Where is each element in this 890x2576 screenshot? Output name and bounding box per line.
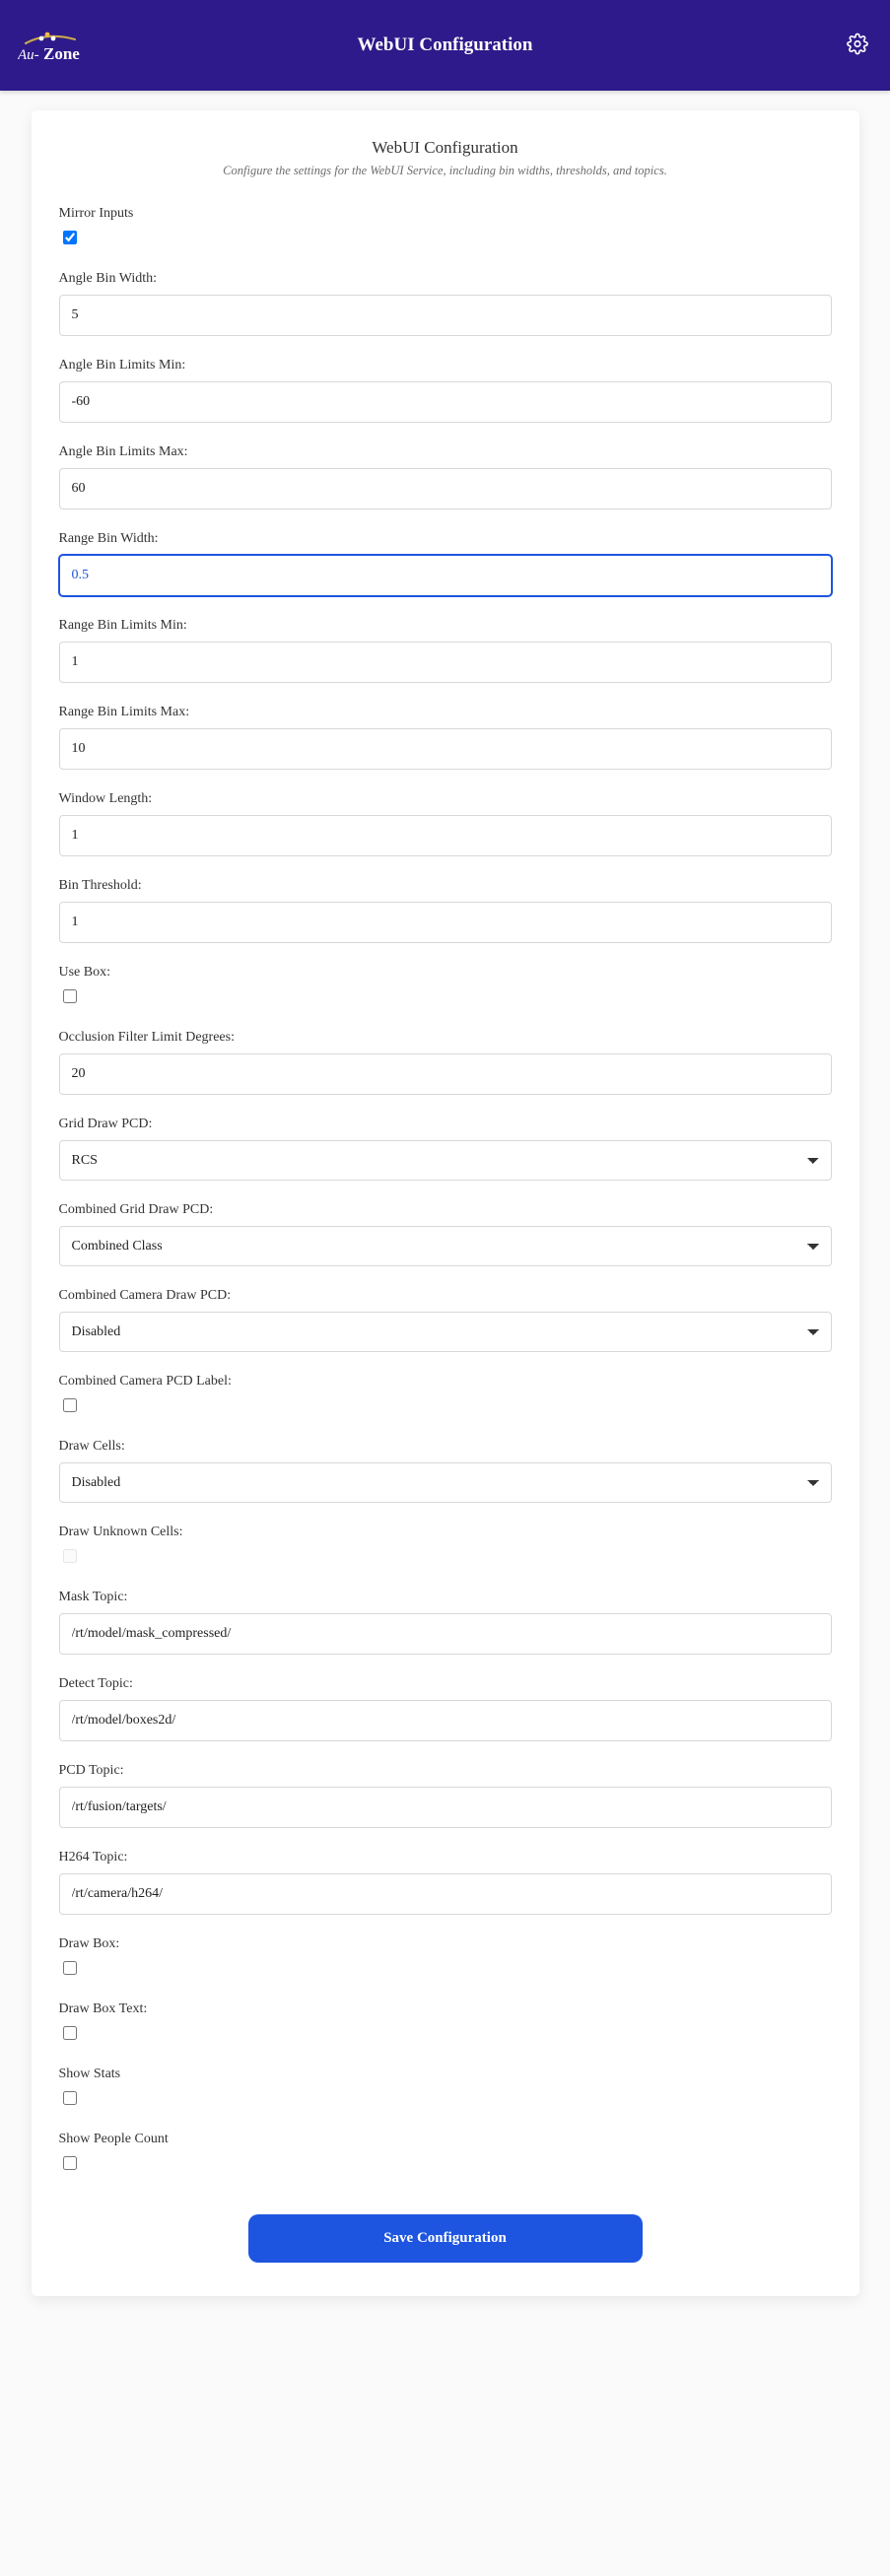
field-h264-topic: H264 Topic: (59, 1850, 832, 1915)
label-draw-unknown-cells: Draw Unknown Cells: (59, 1525, 832, 1540)
checkbox-draw-box[interactable] (63, 1961, 77, 1975)
select-draw-cells[interactable]: Disabled (59, 1462, 832, 1503)
save-button[interactable]: Save Configuration (248, 2214, 643, 2263)
label-angle-bin-max: Angle Bin Limits Max: (59, 444, 832, 460)
checkbox-show-stats[interactable] (63, 2091, 77, 2105)
label-angle-bin-width: Angle Bin Width: (59, 271, 832, 287)
input-bin-threshold[interactable] (59, 902, 832, 943)
field-range-bin-max: Range Bin Limits Max: (59, 705, 832, 770)
label-pcd-topic: PCD Topic: (59, 1763, 832, 1779)
label-draw-box-text: Draw Box Text: (59, 2001, 832, 2017)
field-detect-topic: Detect Topic: (59, 1676, 832, 1741)
input-occlusion-limit[interactable] (59, 1053, 832, 1095)
input-pcd-topic[interactable] (59, 1787, 832, 1828)
input-range-bin-max[interactable] (59, 728, 832, 770)
input-detect-topic[interactable] (59, 1700, 832, 1741)
field-range-bin-width: Range Bin Width: (59, 531, 832, 596)
input-range-bin-width[interactable] (59, 555, 832, 596)
label-mirror-inputs: Mirror Inputs (59, 206, 832, 222)
page-body: WebUI Configuration Configure the settin… (20, 110, 871, 2296)
svg-text:Zone: Zone (43, 44, 80, 63)
label-combined-camera-draw-pcd: Combined Camera Draw PCD: (59, 1288, 832, 1304)
label-show-people-count: Show People Count (59, 2132, 832, 2147)
input-window-length[interactable] (59, 815, 832, 856)
card-title: WebUI Configuration (59, 138, 832, 158)
checkbox-show-people-count[interactable] (63, 2156, 77, 2170)
input-angle-bin-width[interactable] (59, 295, 832, 336)
checkbox-draw-unknown-cells (63, 1549, 77, 1563)
input-mask-topic[interactable] (59, 1613, 832, 1655)
field-use-box: Use Box: (59, 965, 832, 1008)
field-occlusion-limit: Occlusion Filter Limit Degrees: (59, 1030, 832, 1095)
card-subtitle: Configure the settings for the WebUI Ser… (59, 164, 832, 178)
input-range-bin-min[interactable] (59, 642, 832, 683)
field-draw-unknown-cells: Draw Unknown Cells: (59, 1525, 832, 1568)
checkbox-mirror-inputs[interactable] (63, 231, 77, 244)
field-show-people-count: Show People Count (59, 2132, 832, 2175)
field-combined-camera-pcd-label: Combined Camera PCD Label: (59, 1374, 832, 1417)
select-grid-draw-pcd[interactable]: RCS (59, 1140, 832, 1181)
field-combined-camera-draw-pcd: Combined Camera Draw PCD: Disabled (59, 1288, 832, 1352)
field-show-stats: Show Stats (59, 2067, 832, 2110)
config-card: WebUI Configuration Configure the settin… (32, 110, 859, 2296)
field-angle-bin-width: Angle Bin Width: (59, 271, 832, 336)
label-h264-topic: H264 Topic: (59, 1850, 832, 1865)
label-draw-cells: Draw Cells: (59, 1439, 832, 1455)
input-angle-bin-min[interactable] (59, 381, 832, 423)
label-mask-topic: Mask Topic: (59, 1590, 832, 1605)
label-detect-topic: Detect Topic: (59, 1676, 832, 1692)
label-draw-box: Draw Box: (59, 1936, 832, 1952)
settings-button[interactable] (843, 30, 872, 62)
field-grid-draw-pcd: Grid Draw PCD: RCS (59, 1117, 832, 1181)
field-combined-grid-draw-pcd: Combined Grid Draw PCD: Combined Class (59, 1202, 832, 1266)
label-range-bin-width: Range Bin Width: (59, 531, 832, 547)
field-draw-cells: Draw Cells: Disabled (59, 1439, 832, 1503)
checkbox-use-box[interactable] (63, 989, 77, 1003)
label-use-box: Use Box: (59, 965, 832, 981)
select-combined-camera-draw-pcd[interactable]: Disabled (59, 1312, 832, 1352)
checkbox-combined-camera-pcd-label[interactable] (63, 1398, 77, 1412)
label-occlusion-limit: Occlusion Filter Limit Degrees: (59, 1030, 832, 1046)
label-window-length: Window Length: (59, 791, 832, 807)
label-combined-grid-draw-pcd: Combined Grid Draw PCD: (59, 1202, 832, 1218)
label-combined-camera-pcd-label: Combined Camera PCD Label: (59, 1374, 832, 1390)
label-bin-threshold: Bin Threshold: (59, 878, 832, 894)
app-header: Au- Zone WebUI Configuration (0, 0, 890, 91)
gear-icon (847, 34, 868, 55)
label-angle-bin-min: Angle Bin Limits Min: (59, 358, 832, 373)
field-draw-box: Draw Box: (59, 1936, 832, 1980)
label-range-bin-min: Range Bin Limits Min: (59, 618, 832, 634)
label-range-bin-max: Range Bin Limits Max: (59, 705, 832, 720)
label-grid-draw-pcd: Grid Draw PCD: (59, 1117, 832, 1132)
input-angle-bin-max[interactable] (59, 468, 832, 509)
field-bin-threshold: Bin Threshold: (59, 878, 832, 943)
field-mask-topic: Mask Topic: (59, 1590, 832, 1655)
label-show-stats: Show Stats (59, 2067, 832, 2082)
checkbox-draw-box-text[interactable] (63, 2026, 77, 2040)
save-row: Save Configuration (59, 2214, 832, 2263)
field-angle-bin-max: Angle Bin Limits Max: (59, 444, 832, 509)
field-range-bin-min: Range Bin Limits Min: (59, 618, 832, 683)
select-combined-grid-draw-pcd[interactable]: Combined Class (59, 1226, 832, 1266)
page-title: WebUI Configuration (0, 34, 890, 56)
input-h264-topic[interactable] (59, 1873, 832, 1915)
field-window-length: Window Length: (59, 791, 832, 856)
field-draw-box-text: Draw Box Text: (59, 2001, 832, 2045)
field-pcd-topic: PCD Topic: (59, 1763, 832, 1828)
brand-logo: Au- Zone (0, 26, 95, 65)
field-mirror-inputs: Mirror Inputs (59, 206, 832, 249)
field-angle-bin-min: Angle Bin Limits Min: (59, 358, 832, 423)
svg-text:Au-: Au- (18, 47, 39, 63)
logo-mark-icon: Au- Zone (18, 26, 95, 65)
